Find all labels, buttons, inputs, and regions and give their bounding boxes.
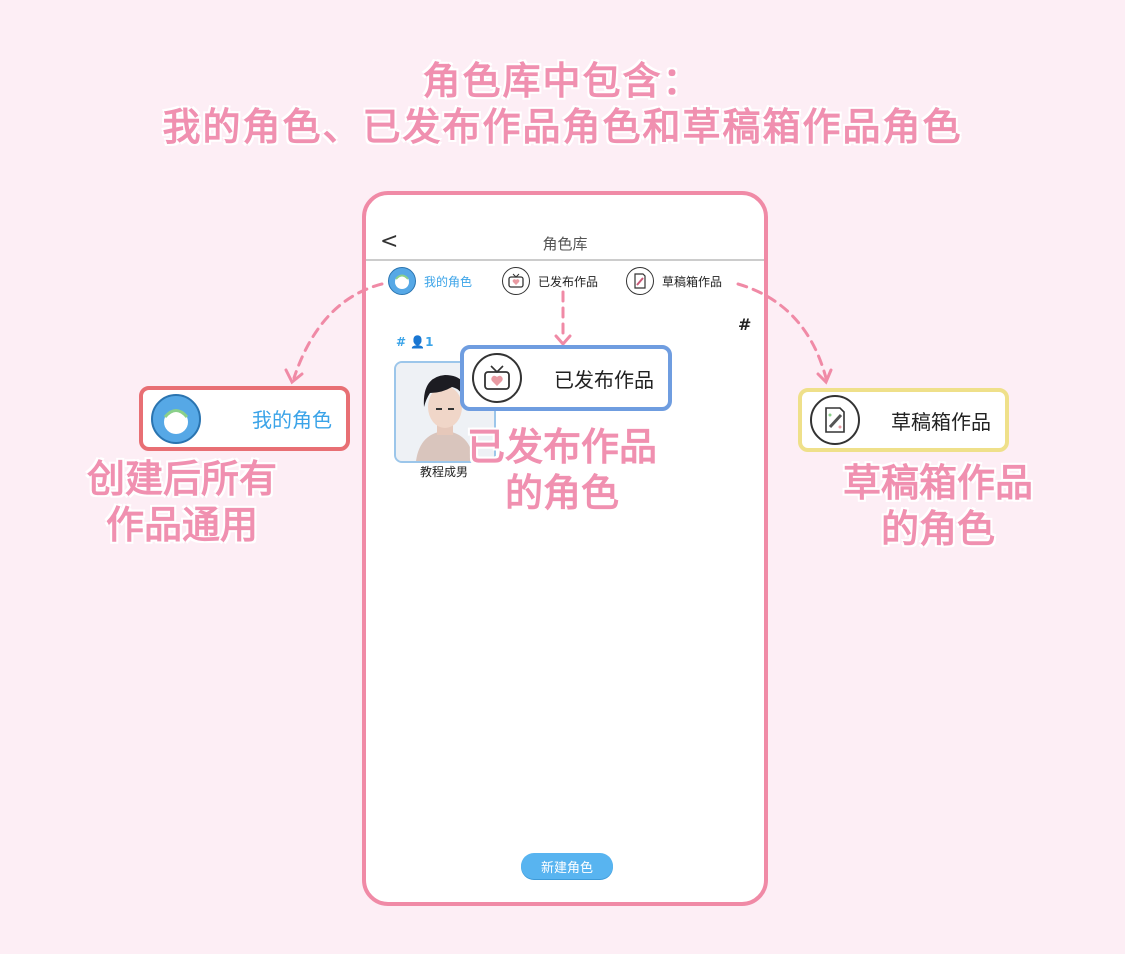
- tv-heart-icon: [472, 353, 522, 403]
- callout-published: 已发布作品: [460, 345, 672, 411]
- callout-label: 我的角色: [252, 408, 332, 432]
- note-my-roles: 创建后所有 作品通用: [70, 456, 294, 548]
- callout-my-roles: 我的角色: [139, 386, 350, 451]
- paper-pencil-icon: [810, 395, 860, 445]
- note-published: 已发布作品 的角色: [450, 424, 674, 516]
- note-line: 创建后所有: [86, 457, 277, 501]
- note-line: 草稿箱作品: [842, 461, 1033, 505]
- arrow-to-mine: [292, 282, 384, 380]
- note-line: 已发布作品: [466, 425, 657, 469]
- note-line: 的角色: [880, 507, 995, 551]
- callout-drafts: 草稿箱作品: [798, 388, 1009, 452]
- avatar-icon: [151, 393, 201, 444]
- note-drafts: 草稿箱作品 的角色: [826, 460, 1050, 552]
- callout-label: 已发布作品: [554, 367, 654, 392]
- callout-label: 草稿箱作品: [891, 409, 991, 434]
- note-line: 作品通用: [105, 503, 258, 547]
- note-line: 的角色: [504, 471, 619, 515]
- arrow-to-drafts: [736, 282, 828, 380]
